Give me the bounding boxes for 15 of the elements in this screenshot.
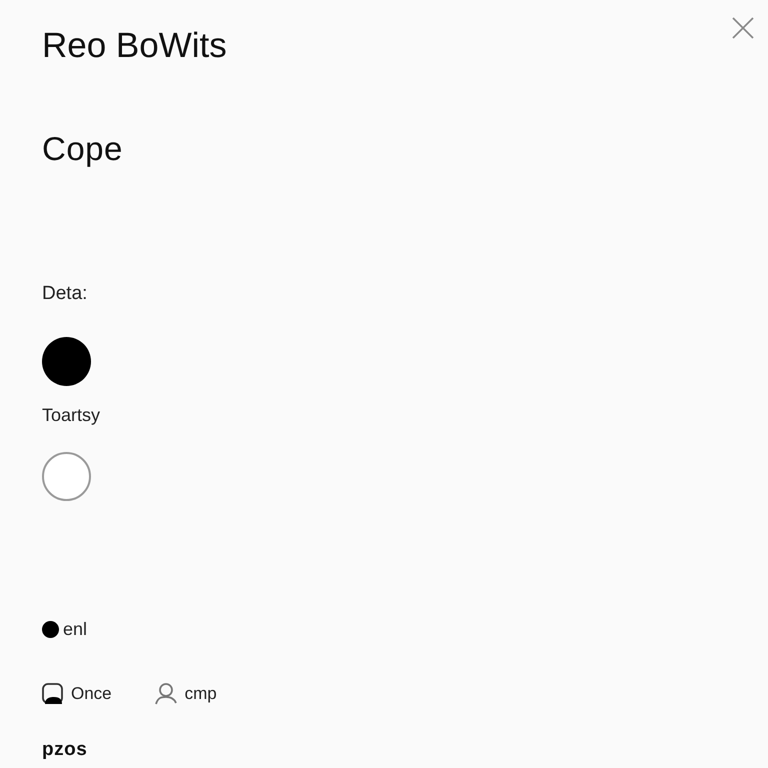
radio-label: Toartsy xyxy=(42,406,100,424)
option-button[interactable]: cmp xyxy=(154,683,217,705)
radio-button[interactable] xyxy=(42,452,91,501)
window-title: Reo BoWits xyxy=(42,28,227,63)
option-button[interactable]: Once xyxy=(42,683,112,705)
card-icon xyxy=(42,683,63,705)
footer-text: pzos xyxy=(42,740,88,759)
person-icon xyxy=(154,683,177,705)
radio-button[interactable] xyxy=(42,337,91,386)
radio-label: Deta: xyxy=(42,284,88,303)
section-heading: Cope xyxy=(42,132,123,165)
close-icon xyxy=(732,17,754,39)
dot-icon xyxy=(42,620,59,638)
status-label: enl xyxy=(63,620,88,638)
close-button[interactable] xyxy=(732,17,754,39)
